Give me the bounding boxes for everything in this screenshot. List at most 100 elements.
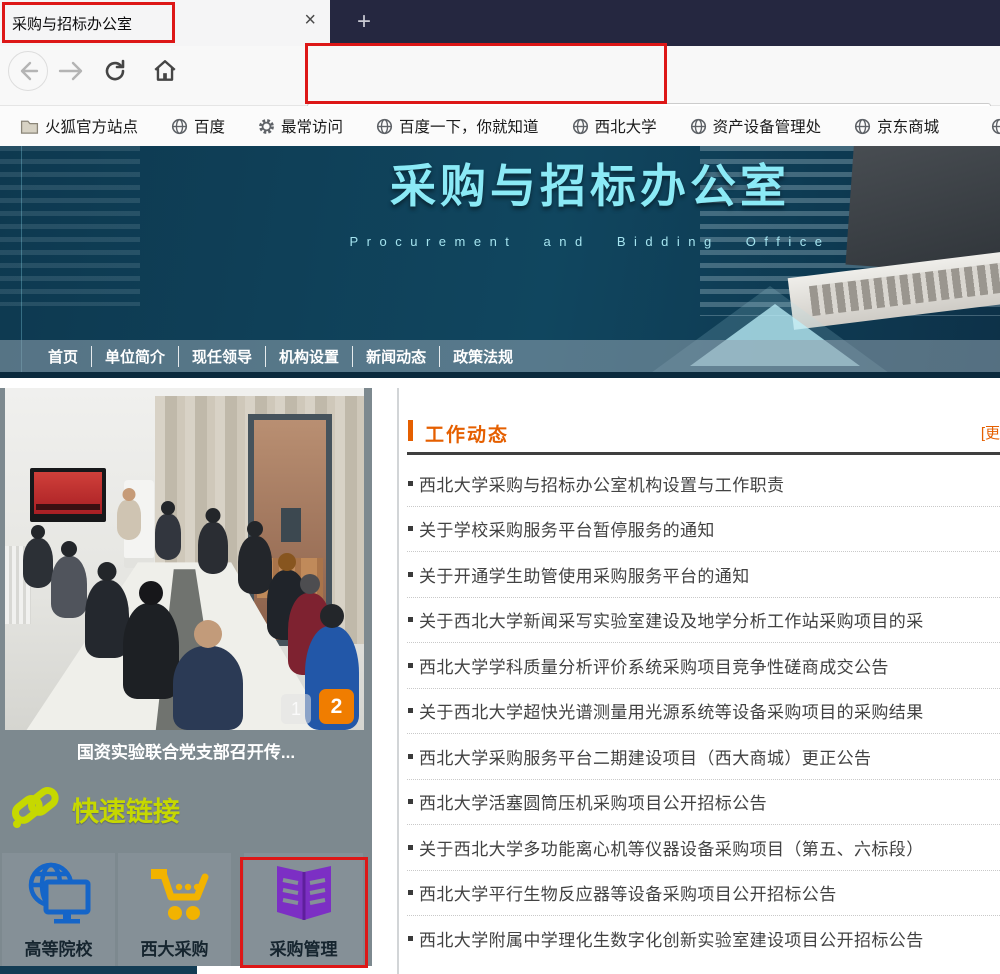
- globe-icon: [171, 118, 188, 135]
- banner-bottom-strip: [0, 372, 1000, 378]
- bookmark-baidu[interactable]: 百度: [171, 115, 225, 137]
- reload-button[interactable]: [104, 59, 128, 83]
- bookmark-folder-firefox[interactable]: 火狐官方站点: [20, 115, 138, 137]
- bookmark-nwu[interactable]: 西北大学: [572, 115, 657, 137]
- news-link-text: 西北大学采购与招标办公室机构设置与工作职责: [419, 471, 784, 496]
- bookmark-baidu-search[interactable]: 百度一下，你就知道: [376, 115, 539, 137]
- quick-link-tiles: 高等院校 西大采购: [0, 853, 372, 966]
- quick-links-title: 快速链接: [72, 790, 180, 829]
- news-header: 工作动态 [更: [407, 408, 1000, 455]
- home-icon: [152, 58, 178, 84]
- news-item[interactable]: 西北大学采购服务平台二期建设项目（西大商城）更正公告: [407, 734, 1000, 780]
- pager-page-2-active[interactable]: 2: [319, 689, 354, 724]
- photo-person: [155, 514, 181, 560]
- bookmark-label: 京东商城: [877, 115, 939, 137]
- news-item[interactable]: 西北大学学科质量分析评价系统采购项目竞争性磋商成交公告: [407, 643, 1000, 689]
- pager-page-1[interactable]: 1: [281, 694, 311, 724]
- photo-person: [198, 522, 228, 574]
- tab-title: 采购与招标办公室: [12, 13, 132, 34]
- site-subtitle: Procurement and Bidding Office: [280, 234, 900, 249]
- globe-icon: [690, 118, 707, 135]
- bullet-icon: [408, 663, 413, 668]
- photo-person: [23, 538, 53, 588]
- bookmark-asset-dept[interactable]: 资产设备管理处: [690, 115, 822, 137]
- bookmark-jd[interactable]: 京东商城: [854, 115, 939, 137]
- footer-band: [0, 966, 197, 974]
- navigation-toolbar: https://zcc.nwu.edu.cn: [0, 46, 1000, 106]
- back-arrow-icon: [9, 52, 47, 90]
- news-link-text: 西北大学采购服务平台二期建设项目（西大商城）更正公告: [419, 744, 871, 769]
- nav-item-about[interactable]: 单位简介: [92, 346, 179, 367]
- more-link[interactable]: [更: [981, 422, 1000, 443]
- bookmark-label: 火狐官方站点: [45, 115, 138, 137]
- news-item[interactable]: 关于西北大学超快光谱测量用光源系统等设备采购项目的采购结果: [407, 689, 1000, 735]
- news-link-text: 关于西北大学超快光谱测量用光源系统等设备采购项目的采购结果: [419, 698, 924, 723]
- chain-link-icon: [8, 780, 62, 838]
- nav-item-structure[interactable]: 机构设置: [266, 346, 353, 367]
- news-item[interactable]: 西北大学活塞圆筒压机采购项目公开招标公告: [407, 780, 1000, 826]
- bookmark-partial[interactable]: [991, 118, 1000, 135]
- tile-label: 采购管理: [270, 935, 338, 960]
- news-link-text: 西北大学学科质量分析评价系统采购项目竞争性磋商成交公告: [419, 653, 889, 678]
- news-item[interactable]: 西北大学平行生物反应器等设备采购项目公开招标公告: [407, 871, 1000, 917]
- nav-item-news[interactable]: 新闻动态: [353, 346, 440, 367]
- bookmark-label: 百度: [194, 115, 225, 137]
- news-link-text: 关于西北大学新闻采写实验室建设及地学分析工作站采购项目的采: [419, 607, 924, 632]
- globe-monitor-icon: [23, 853, 95, 935]
- tile-universities[interactable]: 高等院校: [2, 853, 115, 966]
- news-item[interactable]: 西北大学采购与招标办公室机构设置与工作职责: [407, 461, 1000, 507]
- tile-label: 高等院校: [25, 935, 93, 960]
- column-divider: [397, 388, 399, 974]
- news-item[interactable]: 关于学校采购服务平台暂停服务的通知: [407, 507, 1000, 553]
- photo-person: [123, 603, 179, 699]
- site-banner: 采购与招标办公室 Procurement and Bidding Office …: [0, 146, 1000, 378]
- globe-icon: [854, 118, 871, 135]
- news-link-text: 关于学校采购服务平台暂停服务的通知: [419, 516, 715, 541]
- reload-icon: [104, 59, 128, 83]
- slideshow-photo[interactable]: 1 2: [5, 388, 364, 730]
- forward-arrow-icon: [58, 60, 84, 82]
- news-link-text: 西北大学平行生物反应器等设备采购项目公开招标公告: [419, 880, 837, 905]
- bookmark-most-visited[interactable]: 最常访问: [258, 115, 343, 137]
- new-tab-button[interactable]: +: [348, 6, 380, 38]
- photo-person: [238, 536, 272, 594]
- news-item[interactable]: 关于西北大学新闻采写实验室建设及地学分析工作站采购项目的采: [407, 598, 1000, 644]
- tile-procurement-management[interactable]: 采购管理: [244, 853, 363, 966]
- slideshow-pager: 1 2: [281, 689, 354, 724]
- slideshow-caption[interactable]: 国资实验联合党支部召开传...: [0, 738, 372, 763]
- nav-item-policy[interactable]: 政策法规: [440, 346, 526, 367]
- news-section-title: 工作动态: [425, 420, 509, 447]
- banner-text: 采购与招标办公室 Procurement and Bidding Office: [280, 150, 900, 249]
- tile-xida-procurement[interactable]: 西大采购: [118, 853, 231, 966]
- bullet-icon: [408, 526, 413, 531]
- news-link-text: 西北大学附属中学理化生数字化创新实验室建设项目公开招标公告: [419, 926, 924, 951]
- photo-door-handle: [281, 508, 301, 542]
- tab-procurement-office[interactable]: 采购与招标办公室 ×: [0, 0, 330, 46]
- bullet-icon: [408, 572, 413, 577]
- home-button[interactable]: [152, 58, 178, 84]
- news-item[interactable]: 西北大学附属中学理化生数字化创新实验室建设项目公开招标公告: [407, 916, 1000, 962]
- left-sidebar: 1 2 国资实验联合党支部召开传... 快速链接: [0, 388, 372, 966]
- bullet-icon: [408, 799, 413, 804]
- news-item[interactable]: 关于西北大学多功能离心机等仪器设备采购项目（第五、六标段）: [407, 825, 1000, 871]
- bookmark-label: 百度一下，你就知道: [399, 115, 539, 137]
- bookmarks-bar: 火狐官方站点 百度 最常访问 百度一下，你就知道 西北大学 资产设备管理处 京东…: [0, 106, 1000, 146]
- news-item[interactable]: 关于开通学生助管使用采购服务平台的通知: [407, 552, 1000, 598]
- gear-icon: [258, 118, 275, 135]
- back-button[interactable]: [8, 51, 48, 91]
- news-link-text: 关于开通学生助管使用采购服务平台的通知: [419, 562, 750, 587]
- bookmark-label: 资产设备管理处: [713, 115, 822, 137]
- news-section: 工作动态 [更 西北大学采购与招标办公室机构设置与工作职责 关于学校采购服务平台…: [407, 408, 1000, 974]
- forward-button[interactable]: [58, 60, 84, 82]
- nav-item-leaders[interactable]: 现任领导: [179, 346, 266, 367]
- nav-item-home[interactable]: 首页: [35, 346, 92, 367]
- close-icon[interactable]: ×: [304, 9, 316, 32]
- news-link-text: 西北大学活塞圆筒压机采购项目公开招标公告: [419, 789, 767, 814]
- open-book-icon: [267, 853, 341, 935]
- bullet-icon: [408, 754, 413, 759]
- globe-icon: [572, 118, 589, 135]
- photo-person: [117, 500, 141, 540]
- tile-label: 西大采购: [141, 935, 209, 960]
- bullet-icon: [408, 708, 413, 713]
- bookmark-label: 最常访问: [281, 115, 343, 137]
